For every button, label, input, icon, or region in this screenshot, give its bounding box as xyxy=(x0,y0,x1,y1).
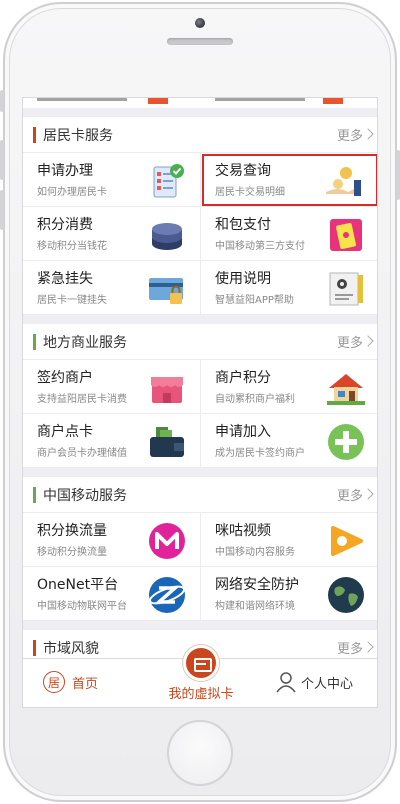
chevron-right-icon[interactable] xyxy=(362,128,374,140)
more-link[interactable]: 更多 xyxy=(337,332,363,351)
tab-label: 个人中心 xyxy=(301,676,354,692)
service-item-onenet[interactable]: OneNet平台 中国移动物联网平台 xyxy=(23,567,201,621)
section-header-local-business: 地方商业服务 更多 xyxy=(23,324,377,360)
onenet-logo-icon xyxy=(148,577,186,613)
m-logo-icon xyxy=(149,523,185,559)
application-form-icon xyxy=(153,164,184,198)
wallet-icon xyxy=(150,427,184,457)
front-camera xyxy=(195,18,205,28)
manual-gear-icon xyxy=(329,272,363,306)
service-item-network-security[interactable]: 网络安全防护 构建和谐网络环境 xyxy=(201,567,377,621)
section-header-resident-card: 居民卡服务 更多 xyxy=(23,117,377,153)
partial-icon xyxy=(323,98,343,104)
points-stack-icon xyxy=(152,223,182,250)
home-logo-icon: 居 xyxy=(43,671,65,693)
person-icon xyxy=(276,672,296,693)
service-item-instructions[interactable]: 使用说明 智慧益阳APP帮助 xyxy=(201,261,377,315)
service-item-apply[interactable]: 申请办理 如何办理居民卡 xyxy=(23,153,201,207)
service-item-join[interactable]: 申请加入 成为居民卡签约商户 xyxy=(201,414,377,468)
service-item-transaction-query[interactable]: 交易查询 居民卡交易明细 xyxy=(201,153,377,207)
service-item-points-for-data[interactable]: 积分换流量 移动积分换流量 xyxy=(23,513,201,567)
partial-text xyxy=(37,98,127,101)
virtual-card-icon xyxy=(183,645,219,681)
section-title: 市域风貌 xyxy=(43,640,99,657)
migu-video-icon xyxy=(331,526,363,556)
earpiece-speaker xyxy=(167,38,233,45)
tab-bar: 居 首页 我的虚拟卡 个人中心 xyxy=(23,645,377,707)
tab-profile[interactable]: 个人中心 xyxy=(275,671,353,693)
home-button[interactable] xyxy=(167,720,233,786)
card-lock-icon xyxy=(149,278,183,304)
section-title: 中国移动服务 xyxy=(43,487,127,504)
section-accent-bar xyxy=(33,486,36,503)
app-screen: 居民卡服务 更多 申请办理 如何办理居民卡 交易查询 居民卡交易明细 积分消费 … xyxy=(22,97,378,708)
service-grid: 签约商户 支持益阳居民卡消费 商户积分 自动累积商户福利 商户点卡 商户会员卡办… xyxy=(23,360,377,468)
section-accent-bar xyxy=(33,639,36,656)
tab-home[interactable]: 居 首页 xyxy=(43,671,98,693)
partial-previous-row xyxy=(23,98,377,108)
more-link[interactable]: 更多 xyxy=(337,638,363,657)
store-icon xyxy=(151,377,183,403)
volume-down-button xyxy=(0,190,4,230)
partial-text xyxy=(215,98,305,101)
service-item-merchant-cards[interactable]: 商户点卡 商户会员卡办理储值 xyxy=(23,414,201,468)
more-link[interactable]: 更多 xyxy=(337,485,363,504)
mobile-wallet-icon xyxy=(330,219,362,251)
plus-icon xyxy=(328,424,364,460)
section-accent-bar xyxy=(33,126,36,143)
service-item-migu-video[interactable]: 咪咕视频 中国移动内容服务 xyxy=(201,513,377,567)
tab-label: 首页 xyxy=(72,676,99,692)
service-grid: 积分换流量 移动积分换流量 咪咕视频 中国移动内容服务 OneNet平台 中国移… xyxy=(23,513,377,621)
service-item-report-loss[interactable]: 紧急挂失 居民卡一键挂失 xyxy=(23,261,201,315)
house-icon xyxy=(327,374,365,405)
section-accent-bar xyxy=(33,333,36,350)
volume-up-button xyxy=(0,140,4,180)
service-item-points[interactable]: 积分消费 移动积分当钱花 xyxy=(23,207,201,261)
service-item-hebao-pay[interactable]: 和包支付 中国移动第三方支付 xyxy=(201,207,377,261)
service-list[interactable]: 居民卡服务 更多 申请办理 如何办理居民卡 交易查询 居民卡交易明细 积分消费 … xyxy=(23,98,377,660)
chevron-right-icon[interactable] xyxy=(362,335,374,347)
chevron-right-icon[interactable] xyxy=(362,641,374,653)
service-item-merchant-points[interactable]: 商户积分 自动累积商户福利 xyxy=(201,360,377,414)
tab-label: 我的虚拟卡 xyxy=(168,687,234,702)
mute-switch xyxy=(0,90,4,112)
power-button xyxy=(396,150,400,200)
more-link[interactable]: 更多 xyxy=(337,125,363,144)
section-title: 居民卡服务 xyxy=(43,127,113,144)
tab-virtual-card[interactable]: 我的虚拟卡 xyxy=(166,645,236,702)
partial-icon xyxy=(148,98,168,104)
section-title: 地方商业服务 xyxy=(43,334,127,351)
section-header-china-mobile: 中国移动服务 更多 xyxy=(23,477,377,513)
globe-icon xyxy=(328,577,364,613)
chevron-right-icon[interactable] xyxy=(362,488,374,500)
coin-hand-icon xyxy=(326,167,361,196)
service-grid: 申请办理 如何办理居民卡 交易查询 居民卡交易明细 积分消费 移动积分当钱花 和… xyxy=(23,153,377,315)
service-item-merchants[interactable]: 签约商户 支持益阳居民卡消费 xyxy=(23,360,201,414)
